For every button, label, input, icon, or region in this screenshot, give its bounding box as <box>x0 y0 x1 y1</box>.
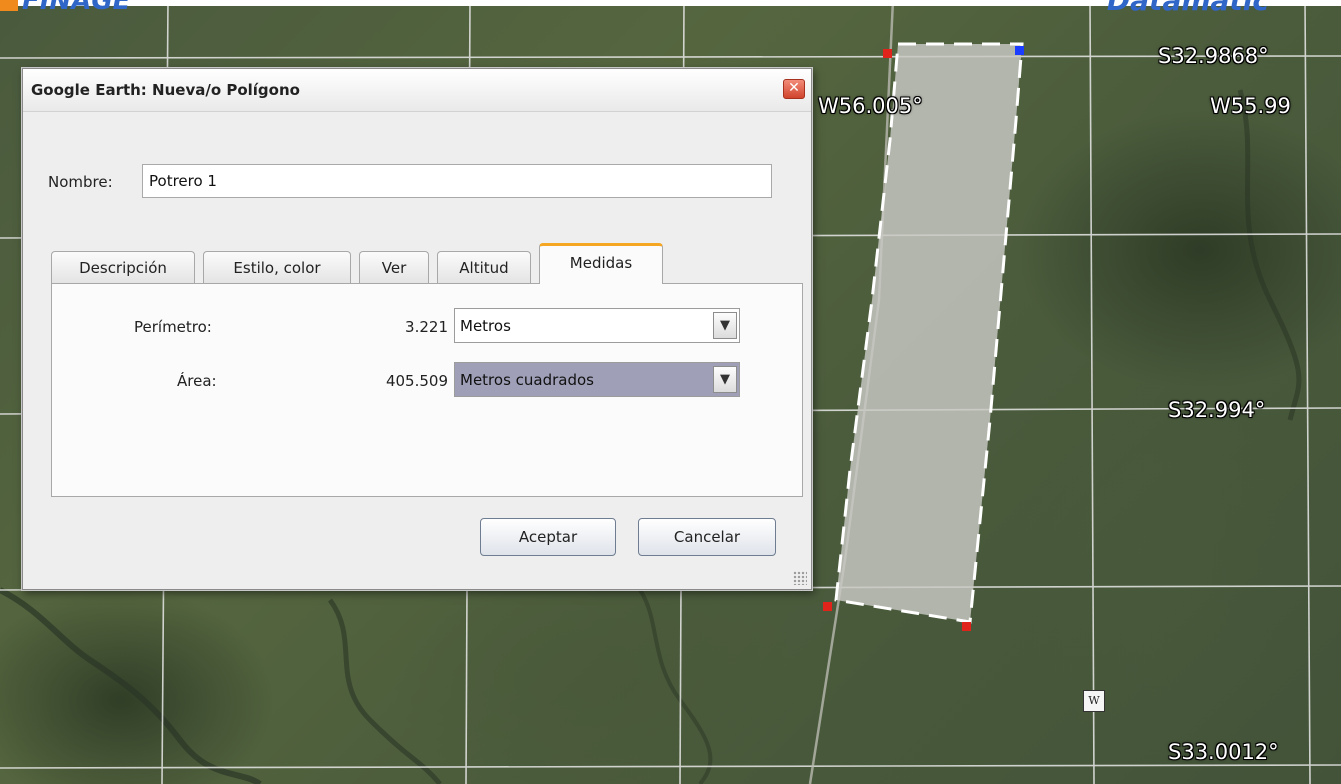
resize-grip-icon[interactable] <box>793 571 807 585</box>
name-label: Nombre: <box>48 173 113 191</box>
coord-lon-left: W56.005° <box>818 94 923 118</box>
tab-estilo-color[interactable]: Estilo, color <box>203 251 351 283</box>
vertex-marker[interactable] <box>823 602 832 611</box>
coord-lat-bottom: S33.0012° <box>1168 740 1279 764</box>
tab-medidas[interactable]: Medidas <box>539 243 663 284</box>
area-unit-value: Metros cuadrados <box>460 371 594 389</box>
new-polygon-dialog: Google Earth: Nueva/o Polígono ✕ Nombre:… <box>22 68 812 590</box>
area-unit-select[interactable]: Metros cuadrados ▼ <box>454 362 740 397</box>
brand-badge-icon <box>0 0 18 11</box>
coord-lat-top: S32.9868° <box>1158 44 1269 68</box>
close-icon: ✕ <box>788 80 800 96</box>
vertex-marker[interactable] <box>883 49 892 58</box>
perimeter-value: 3.221 <box>405 318 448 336</box>
brand-logo-right: Datamatic <box>1106 0 1269 17</box>
area-label: Área: <box>177 372 217 390</box>
coord-lat-mid: S32.994° <box>1168 398 1266 422</box>
area-value: 405.509 <box>385 372 448 390</box>
measures-panel: Perímetro: 3.221 Metros ▼ Área: 405.509 … <box>51 283 803 497</box>
coord-lon-right: W55.99 <box>1210 94 1291 118</box>
chevron-down-icon[interactable]: ▼ <box>713 312 737 339</box>
dialog-title: Google Earth: Nueva/o Polígono <box>31 81 300 99</box>
close-button[interactable]: ✕ <box>783 79 805 99</box>
placemark-icon[interactable]: W <box>1083 690 1105 712</box>
vertex-marker[interactable] <box>962 622 971 631</box>
tab-altitud[interactable]: Altitud <box>437 251 531 283</box>
accept-button[interactable]: Aceptar <box>480 518 616 556</box>
vertex-marker-selected[interactable] <box>1015 46 1024 55</box>
tab-ver[interactable]: Ver <box>359 251 429 283</box>
brand-logo-left: FINAGE <box>0 0 130 16</box>
tab-descripcion[interactable]: Descripción <box>51 251 195 283</box>
name-input[interactable] <box>142 164 772 198</box>
perimeter-unit-value: Metros <box>460 317 511 335</box>
chevron-down-icon[interactable]: ▼ <box>713 366 737 393</box>
cancel-button[interactable]: Cancelar <box>638 518 776 556</box>
perimeter-unit-select[interactable]: Metros ▼ <box>454 308 740 343</box>
perimeter-label: Perímetro: <box>134 318 212 336</box>
dialog-titlebar[interactable]: Google Earth: Nueva/o Polígono ✕ <box>23 69 811 112</box>
